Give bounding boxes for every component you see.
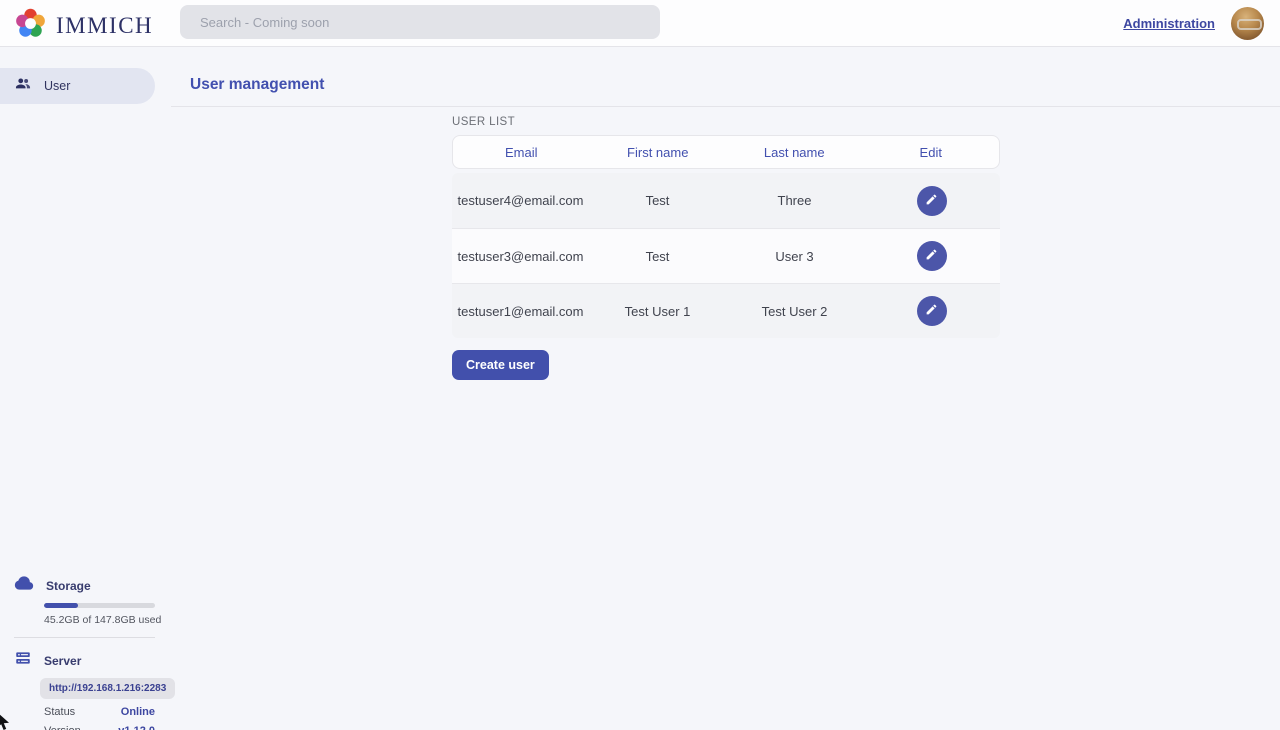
administration-link[interactable]: Administration bbox=[1123, 16, 1215, 31]
user-first-name: Test bbox=[589, 193, 726, 208]
column-email: Email bbox=[453, 145, 590, 160]
edit-user-button[interactable] bbox=[917, 296, 947, 326]
user-email: testuser4@email.com bbox=[452, 193, 589, 208]
user-table-body: testuser4@email.com Test Three testuser3… bbox=[452, 173, 1000, 338]
sidebar-bottom: Storage 45.2GB of 147.8GB used Server ht… bbox=[0, 567, 171, 730]
main-content: USER LIST Email First name Last name Edi… bbox=[452, 116, 1000, 380]
user-list-label: USER LIST bbox=[452, 116, 1000, 128]
version-value: v1.12.0 bbox=[118, 725, 155, 730]
user-last-name: User 3 bbox=[726, 249, 863, 264]
create-user-button[interactable]: Create user bbox=[452, 350, 549, 380]
topbar: IMMICH Administration bbox=[0, 0, 1280, 47]
storage-progress-fill bbox=[44, 603, 78, 608]
server-icon bbox=[14, 649, 32, 672]
user-avatar[interactable] bbox=[1231, 7, 1264, 40]
app-logo[interactable]: IMMICH bbox=[14, 7, 153, 45]
edit-user-button[interactable] bbox=[917, 241, 947, 271]
pencil-icon bbox=[925, 248, 938, 264]
user-last-name: Test User 2 bbox=[726, 304, 863, 319]
users-icon bbox=[14, 75, 32, 98]
sidebar-divider bbox=[14, 637, 155, 638]
storage-usage-text: 45.2GB of 147.8GB used bbox=[44, 614, 171, 626]
server-status-row: Status Online bbox=[44, 706, 155, 718]
storage-title: Storage bbox=[46, 579, 91, 593]
sidebar: User Storage 45.2GB of 147.8GB used bbox=[0, 47, 171, 730]
table-row: testuser3@email.com Test User 3 bbox=[452, 228, 1000, 283]
table-row: testuser4@email.com Test Three bbox=[452, 173, 1000, 228]
column-first-name: First name bbox=[590, 145, 727, 160]
edit-user-button[interactable] bbox=[917, 186, 947, 216]
page-title: User management bbox=[190, 76, 324, 94]
server-url-badge: http://192.168.1.216:2283 bbox=[40, 678, 175, 699]
user-first-name: Test User 1 bbox=[589, 304, 726, 319]
version-label: Version bbox=[44, 725, 81, 730]
pencil-icon bbox=[925, 303, 938, 319]
column-last-name: Last name bbox=[726, 145, 863, 160]
app-title: IMMICH bbox=[56, 13, 153, 39]
user-email: testuser3@email.com bbox=[452, 249, 589, 264]
server-title: Server bbox=[44, 654, 81, 668]
column-edit: Edit bbox=[863, 145, 1000, 160]
user-last-name: Three bbox=[726, 193, 863, 208]
cloud-icon bbox=[14, 573, 34, 598]
user-email: testuser1@email.com bbox=[452, 304, 589, 319]
immich-flower-icon bbox=[14, 7, 47, 45]
server-widget-header: Server bbox=[14, 649, 171, 672]
user-table-header: Email First name Last name Edit bbox=[452, 135, 1000, 169]
topbar-right: Administration bbox=[1123, 0, 1264, 47]
title-divider bbox=[171, 106, 1280, 107]
sidebar-item-user-label: User bbox=[44, 79, 70, 93]
user-first-name: Test bbox=[589, 249, 726, 264]
pencil-icon bbox=[925, 193, 938, 209]
storage-progress-bar bbox=[44, 603, 155, 608]
search-input[interactable] bbox=[180, 5, 660, 39]
server-version-row: Version v1.12.0 bbox=[44, 725, 155, 730]
status-value: Online bbox=[121, 706, 155, 718]
sidebar-item-user[interactable]: User bbox=[0, 68, 155, 104]
storage-widget-header: Storage bbox=[14, 573, 171, 598]
table-row: testuser1@email.com Test User 1 Test Use… bbox=[452, 283, 1000, 338]
status-label: Status bbox=[44, 706, 75, 718]
